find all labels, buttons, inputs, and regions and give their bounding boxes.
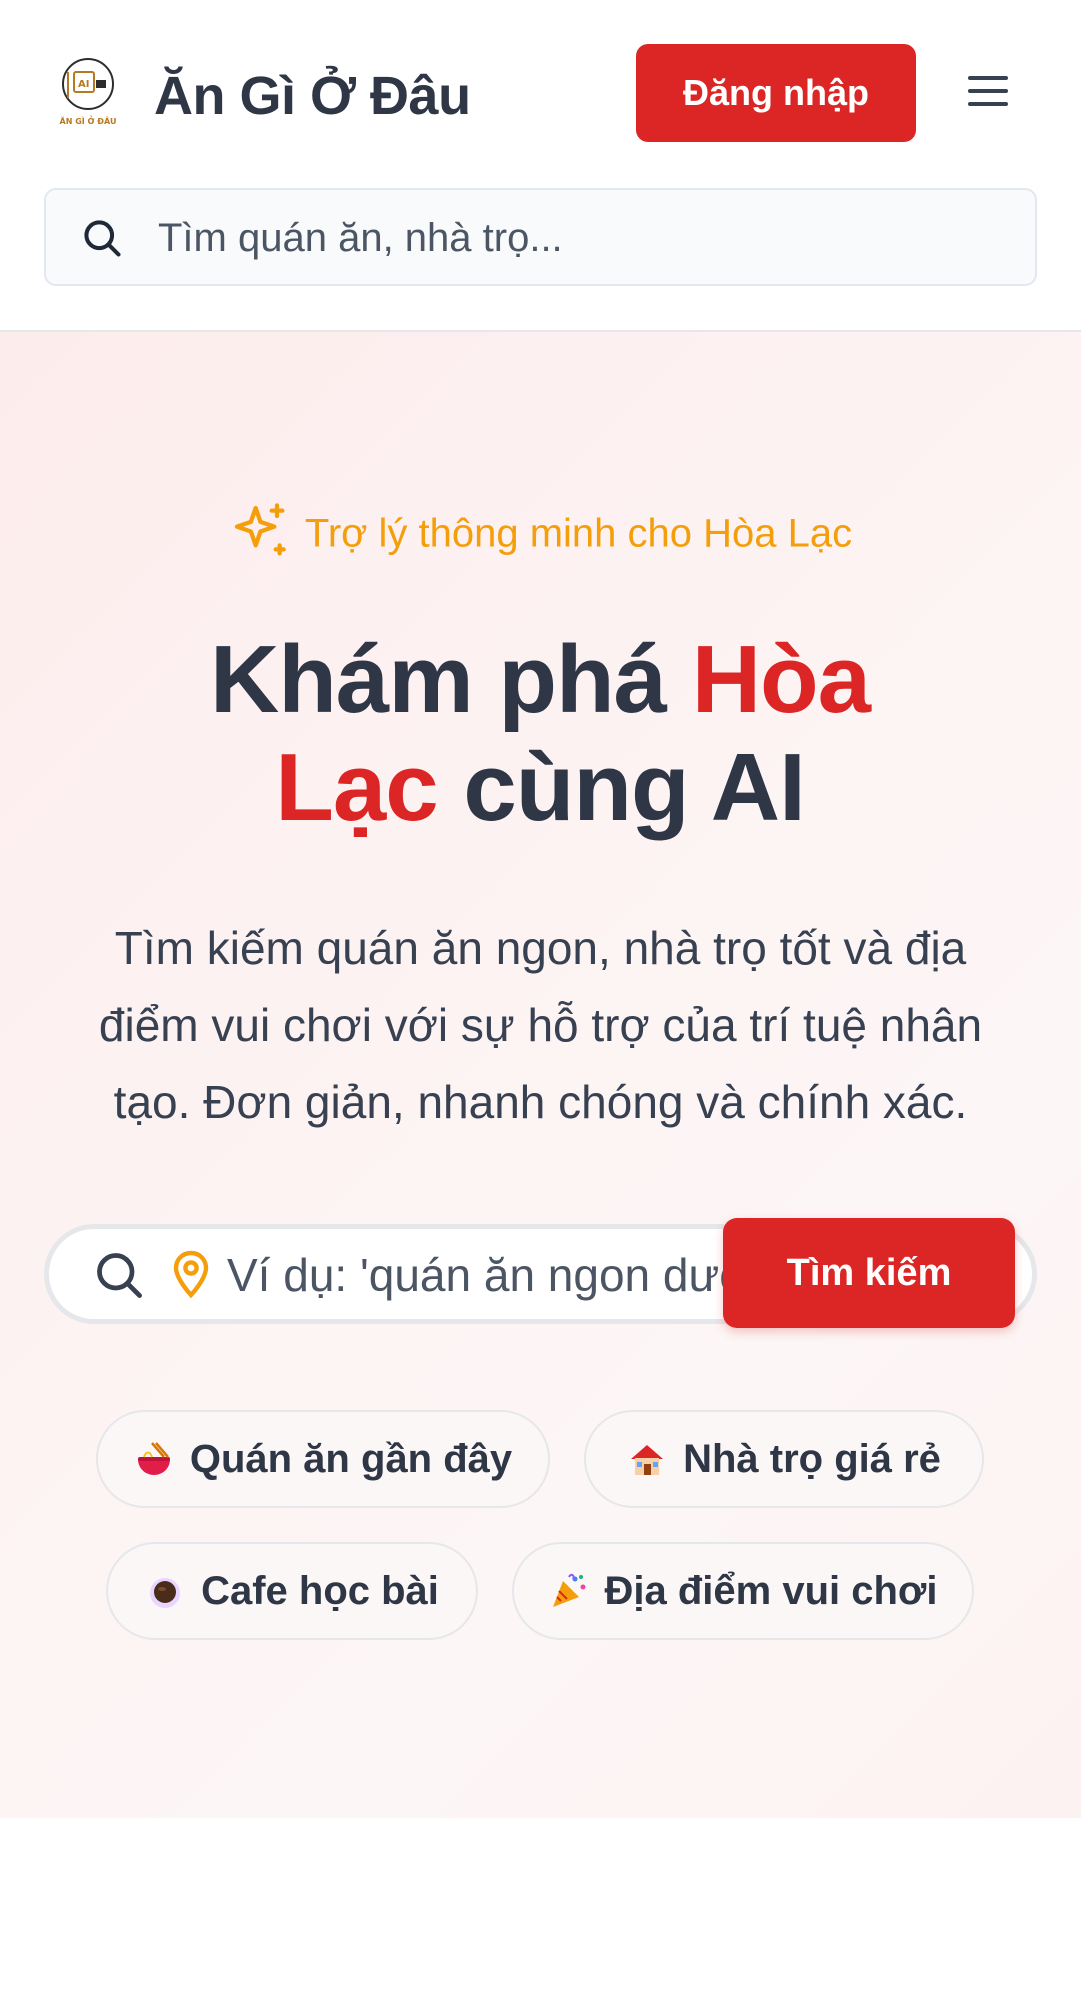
quick-chip-food[interactable]: Quán ăn gần đây — [96, 1410, 550, 1508]
hero-tagline: Trợ lý thông minh cho Hòa Lạc — [0, 503, 1081, 564]
location-pin-icon — [173, 1250, 209, 1299]
chip-label: Nhà trọ giá rẻ — [683, 1436, 941, 1481]
header-search-bar[interactable] — [44, 188, 1037, 286]
noodle-bowl-icon — [137, 1442, 170, 1475]
hero-title-part1: Khám phá — [209, 626, 692, 733]
quick-chip-entertainment[interactable]: Địa điểm vui chơi — [512, 1542, 974, 1640]
search-icon — [84, 220, 121, 257]
chip-label: Cafe học bài — [201, 1568, 439, 1613]
quick-chip-cafe[interactable]: Cafe học bài — [106, 1542, 478, 1640]
hamburger-menu-icon[interactable] — [968, 76, 1008, 110]
sparkles-icon — [234, 503, 286, 556]
brand-name[interactable]: Ăn Gì Ở Đâu — [154, 60, 471, 132]
ai-search-input[interactable] — [227, 1239, 787, 1311]
hero-title-accent: Hòa — [691, 626, 871, 733]
chip-label: Địa điểm vui chơi — [604, 1568, 938, 1613]
tagline-text: Trợ lý thông minh cho Hòa Lạc — [304, 511, 853, 556]
house-icon — [631, 1445, 664, 1475]
chip-label: Quán ăn gần đây — [189, 1436, 513, 1481]
hero-title: Khám phá Hòa Lạc cùng AI — [140, 626, 940, 842]
svg-text:AI: AI — [78, 79, 89, 90]
logo-icon: AI ĂN GÌ Ở ĐÂU — [60, 58, 117, 126]
quick-chip-housing[interactable]: Nhà trọ giá rẻ — [584, 1410, 984, 1508]
hero-description: Tìm kiếm quán ăn ngon, nhà trọ tốt và đị… — [98, 922, 983, 1128]
coffee-icon — [150, 1578, 181, 1608]
hero-section: Trợ lý thông minh cho Hòa Lạc Khám phá H… — [0, 332, 1081, 1818]
party-popper-icon — [552, 1573, 586, 1607]
logo[interactable]: AI ĂN GÌ Ở ĐÂU — [58, 58, 118, 130]
svg-text:ĂN GÌ Ở ĐÂU: ĂN GÌ Ở ĐÂU — [60, 114, 117, 126]
login-button[interactable]: Đăng nhập — [636, 44, 916, 142]
hero-title-accent: Lạc — [275, 734, 438, 841]
header-search-input[interactable] — [158, 202, 998, 274]
site-header: AI ĂN GÌ Ở ĐÂU Ăn Gì Ở Đâu Đăng nhập — [0, 0, 1081, 332]
search-icon — [97, 1253, 142, 1298]
search-button[interactable]: Tìm kiếm — [723, 1218, 1015, 1328]
hero-title-part2: cùng AI — [437, 734, 805, 841]
